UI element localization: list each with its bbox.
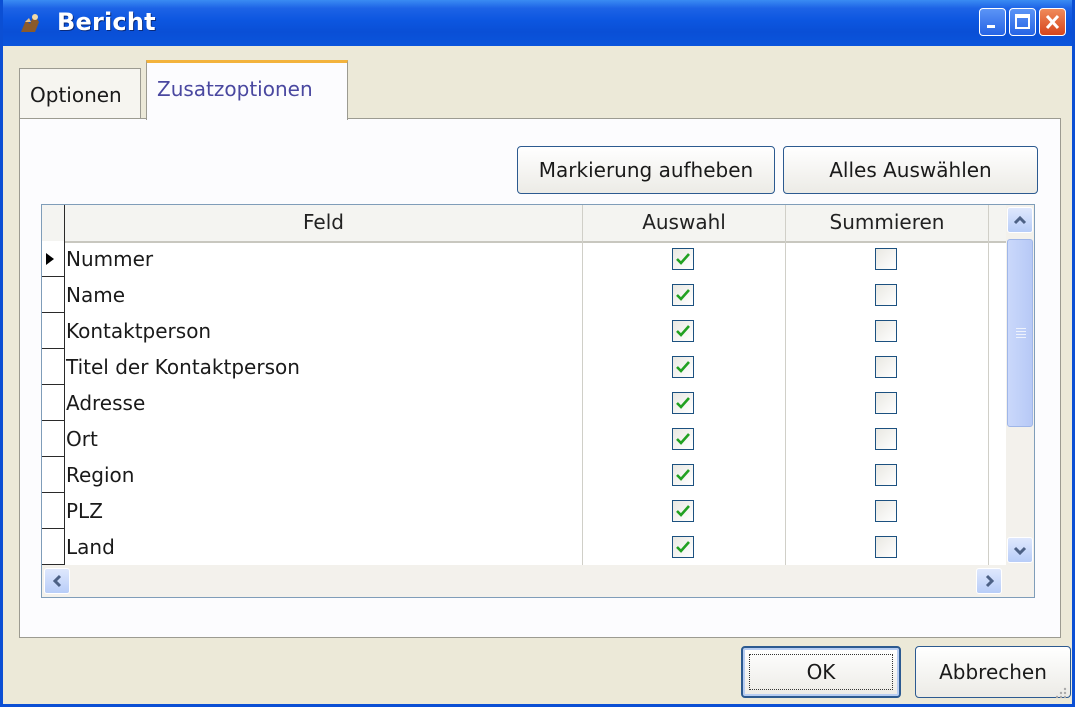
window-title: Bericht <box>57 8 156 36</box>
scroll-down-button[interactable] <box>1007 537 1033 563</box>
chevron-down-icon <box>1013 546 1027 556</box>
auswahl-checkbox[interactable] <box>672 536 694 558</box>
chevron-right-icon <box>985 574 995 588</box>
summieren-checkbox[interactable] <box>875 464 897 486</box>
summieren-checkbox[interactable] <box>875 320 897 342</box>
close-icon <box>1045 14 1060 30</box>
field-name-cell[interactable]: Land <box>66 529 115 565</box>
scrollbar-corner <box>1006 565 1034 597</box>
field-name-cell[interactable]: Nummer <box>66 241 153 277</box>
table-row[interactable]: Land <box>42 529 1006 565</box>
grid-header: Feld Auswahl Summieren <box>42 205 1006 243</box>
column-header-feld[interactable]: Feld <box>65 205 583 241</box>
auswahl-checkbox[interactable] <box>672 284 694 306</box>
field-name-cell[interactable]: Region <box>66 457 134 493</box>
resize-grip-icon[interactable] <box>1054 686 1068 700</box>
maximize-button[interactable] <box>1009 8 1036 36</box>
summieren-checkbox[interactable] <box>875 284 897 306</box>
app-icon <box>21 14 39 32</box>
checkmark-icon <box>676 541 690 553</box>
checkmark-icon <box>676 469 690 481</box>
report-dialog: Bericht Optionen Zusatzoptionen Markieru… <box>0 0 1075 707</box>
minimize-button[interactable] <box>979 8 1006 36</box>
focus-ring <box>749 654 893 690</box>
checkmark-icon <box>676 289 690 301</box>
table-row[interactable]: Adresse <box>42 385 1006 421</box>
column-header-auswahl[interactable]: Auswahl <box>583 205 786 241</box>
tab-zusatzoptionen[interactable]: Zusatzoptionen <box>146 60 348 120</box>
table-row[interactable]: Nummer <box>42 241 1006 277</box>
auswahl-checkbox[interactable] <box>672 248 694 270</box>
summieren-checkbox[interactable] <box>875 428 897 450</box>
field-grid: Feld Auswahl Summieren Nummer Name Kontakt… <box>41 204 1035 598</box>
checkmark-icon <box>676 253 690 265</box>
chevron-left-icon <box>52 574 62 588</box>
auswahl-checkbox[interactable] <box>672 392 694 414</box>
minimize-icon <box>987 25 995 28</box>
ok-button[interactable]: OK <box>741 646 901 698</box>
row-indicator-header <box>42 205 65 241</box>
field-name-cell[interactable]: Ort <box>66 421 98 457</box>
checkmark-icon <box>676 325 690 337</box>
auswahl-checkbox[interactable] <box>672 428 694 450</box>
field-name-cell[interactable]: Adresse <box>66 385 145 421</box>
title-bar[interactable]: Bericht <box>3 0 1072 46</box>
summieren-checkbox[interactable] <box>875 536 897 558</box>
field-name-cell[interactable]: Kontaktperson <box>66 313 211 349</box>
auswahl-checkbox[interactable] <box>672 500 694 522</box>
scroll-right-button[interactable] <box>976 568 1002 594</box>
chevron-up-icon <box>1013 215 1027 225</box>
cancel-button[interactable]: Abbrechen <box>915 646 1071 698</box>
scroll-up-button[interactable] <box>1007 207 1033 233</box>
auswahl-checkbox[interactable] <box>672 464 694 486</box>
summieren-checkbox[interactable] <box>875 392 897 414</box>
table-row[interactable]: Region <box>42 457 1006 493</box>
checkmark-icon <box>676 397 690 409</box>
deselect-all-button[interactable]: Markierung aufheben <box>517 146 775 194</box>
field-name-cell[interactable]: Name <box>66 277 125 313</box>
field-name-cell[interactable]: PLZ <box>66 493 103 529</box>
tab-optionen[interactable]: Optionen <box>19 68 141 118</box>
table-row[interactable]: Ort <box>42 421 1006 457</box>
checkmark-icon <box>676 433 690 445</box>
maximize-icon <box>1015 14 1030 29</box>
field-name-cell[interactable]: Titel der Kontaktperson <box>66 349 300 385</box>
vertical-scrollbar[interactable] <box>1006 205 1034 565</box>
close-button[interactable] <box>1039 8 1066 36</box>
summieren-checkbox[interactable] <box>875 248 897 270</box>
table-row[interactable]: PLZ <box>42 493 1006 529</box>
auswahl-checkbox[interactable] <box>672 320 694 342</box>
column-header-summieren[interactable]: Summieren <box>786 205 989 241</box>
scroll-thumb[interactable] <box>1007 239 1033 427</box>
table-row[interactable]: Kontaktperson <box>42 313 1006 349</box>
summieren-checkbox[interactable] <box>875 500 897 522</box>
select-all-button[interactable]: Alles Auswählen <box>783 146 1038 194</box>
summieren-checkbox[interactable] <box>875 356 897 378</box>
table-row[interactable]: Name <box>42 277 1006 313</box>
table-row[interactable]: Titel der Kontaktperson <box>42 349 1006 385</box>
current-row-arrow-icon <box>46 253 54 265</box>
auswahl-checkbox[interactable] <box>672 356 694 378</box>
horizontal-scrollbar[interactable] <box>42 565 1006 597</box>
checkmark-icon <box>676 505 690 517</box>
scroll-left-button[interactable] <box>44 568 70 594</box>
checkmark-icon <box>676 361 690 373</box>
